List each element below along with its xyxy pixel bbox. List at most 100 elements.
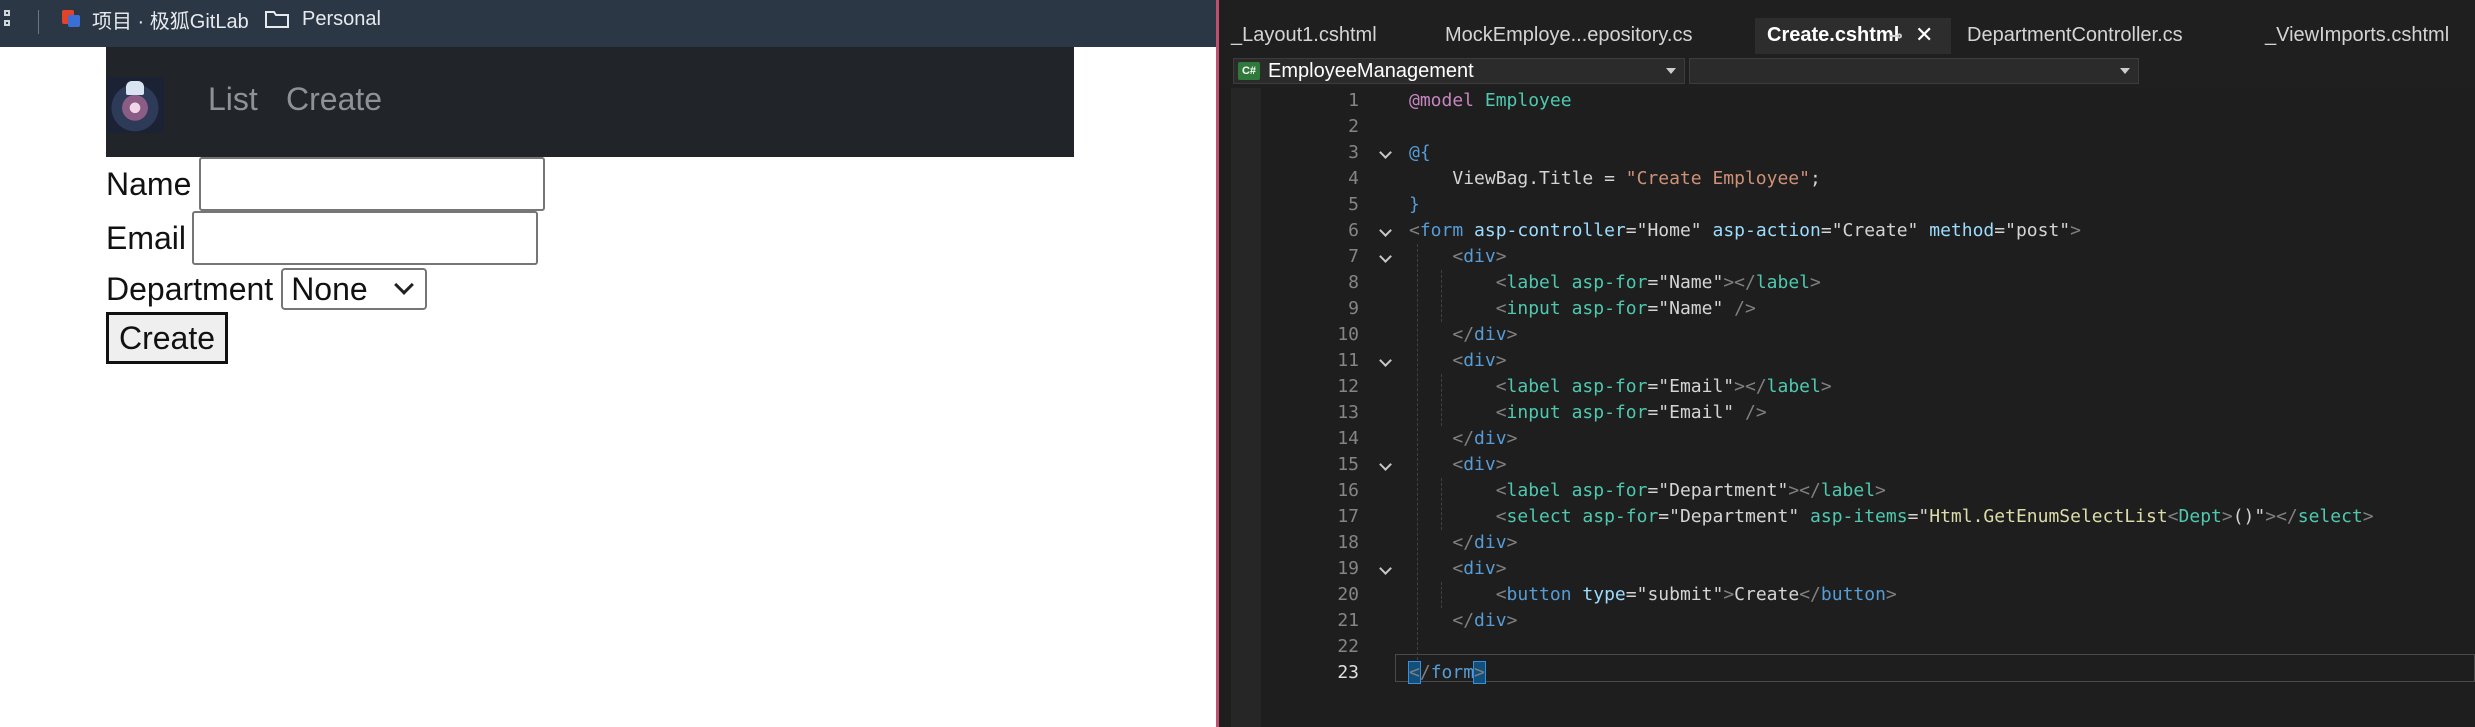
line-number: 7 (1348, 246, 1359, 267)
line-number: 1 (1348, 90, 1359, 111)
folder-icon (264, 9, 290, 29)
editor-navigation-bar: C# EmployeeManagement (1219, 56, 2475, 88)
code-line-12: <label asp-for="Email"></label> (1495, 376, 1832, 397)
fold-chevron-icon[interactable] (1380, 148, 1392, 160)
line-number: 15 (1337, 454, 1359, 475)
nav-link-list[interactable]: List (208, 81, 258, 117)
code-line-7: <div> (1452, 246, 1507, 267)
chevron-down-icon (394, 275, 415, 295)
name-label: Name (106, 166, 192, 202)
code-line-18: </div> (1452, 532, 1518, 553)
dropdown-arrow-icon (1666, 68, 1676, 74)
code-line-11: <div> (1452, 350, 1507, 371)
line-number: 10 (1337, 324, 1359, 345)
code-line-20: <button type="submit">Create</button> (1495, 584, 1897, 605)
code-editor[interactable]: 1 2 3 4 5 6 7 8 9 10 11 12 13 14 15 16 1… (1219, 88, 2475, 727)
line-number: 3 (1348, 142, 1359, 163)
name-row: Name (106, 157, 546, 211)
tab-create-cshtml[interactable]: Create.cshtml ⊸ ✕ (1755, 18, 1951, 54)
email-label: Email (106, 220, 187, 256)
code-line-15: <div> (1452, 454, 1507, 475)
tab-label: MockEmploye...epository.cs (1445, 24, 1693, 46)
site-logo[interactable] (106, 77, 164, 133)
code-line-10: </div> (1452, 324, 1518, 345)
line-number: 17 (1337, 506, 1359, 527)
bookmark-gitlab-label: 项目 · 极狐GitLab (92, 10, 249, 33)
line-number: 5 (1348, 194, 1359, 215)
code-line-5: } (1409, 194, 1420, 215)
bookmarks-bar: 项目 · 极狐GitLab Personal (0, 0, 1216, 47)
code-line-1: @model Employee (1409, 90, 1572, 111)
tab-department-controller[interactable]: DepartmentController.cs (1955, 18, 2251, 54)
line-number: 20 (1337, 584, 1359, 605)
document-tabs: _Layout1.cshtml MockEmploye...epository.… (1219, 0, 2475, 56)
email-row: Email (106, 211, 539, 265)
bookmark-gitlab[interactable]: 项目 · 极狐GitLab (60, 5, 249, 33)
fold-chevron-icon[interactable] (1380, 564, 1392, 576)
create-submit-button[interactable]: Create (106, 312, 228, 364)
current-line-highlight (1395, 654, 2475, 682)
line-number: 14 (1337, 428, 1359, 449)
dropdown-arrow-icon (2120, 68, 2130, 74)
code-line-3: @{ (1409, 142, 1431, 163)
nav-link-create[interactable]: Create (286, 81, 382, 117)
department-selected-value: None (291, 271, 368, 307)
browser-window: 项目 · 极狐GitLab Personal List Create Name … (0, 0, 1216, 727)
pin-icon[interactable]: ⊸ (1889, 20, 1902, 54)
line-number: 11 (1337, 350, 1359, 371)
fold-chevron-icon[interactable] (1380, 460, 1392, 472)
site-navbar: List Create (106, 47, 1074, 157)
close-icon[interactable]: ✕ (1915, 18, 1933, 52)
name-input[interactable] (199, 157, 546, 211)
code-line-9: <input asp-for="Name" /> (1495, 298, 1756, 319)
csharp-project-icon: C# (1238, 62, 1260, 80)
member-dropdown[interactable] (1689, 58, 2139, 84)
code-line-16: <label asp-for="Department"></label> (1495, 480, 1886, 501)
code-line-8: <label asp-for="Name"></label> (1495, 272, 1821, 293)
code-line-14: </div> (1452, 428, 1518, 449)
line-number: 4 (1348, 168, 1359, 189)
line-number: 21 (1337, 610, 1359, 631)
code-line-4: ViewBag.Title = "Create Employee"; (1452, 168, 1821, 189)
project-dropdown-value: EmployeeManagement (1268, 59, 1474, 82)
tab-label: _ViewImports.cshtml (2265, 24, 2450, 46)
tab-label: _Layout1.cshtml (1231, 24, 1377, 46)
code-line-21: </div> (1452, 610, 1518, 631)
line-number: 22 (1337, 636, 1359, 657)
project-dropdown[interactable]: C# EmployeeManagement (1233, 58, 1685, 84)
line-number: 9 (1348, 298, 1359, 319)
line-number: 2 (1348, 116, 1359, 137)
bookmark-folder-personal[interactable]: Personal (264, 5, 381, 33)
indicator-margin (1231, 88, 1261, 727)
line-number: 12 (1337, 376, 1359, 397)
tab-label: Create.cshtml (1767, 24, 1900, 46)
line-number: 6 (1348, 220, 1359, 241)
code-line-13: <input asp-for="Email" /> (1495, 402, 1767, 423)
code-line-19: <div> (1452, 558, 1507, 579)
department-label: Department (106, 271, 274, 307)
bookmark-separator (38, 10, 39, 34)
department-select[interactable]: None (281, 268, 428, 310)
line-number: 8 (1348, 272, 1359, 293)
email-input[interactable] (192, 211, 539, 265)
apps-grid-icon[interactable] (0, 10, 16, 32)
code-line-17: <select asp-for="Department" asp-items="… (1495, 506, 2374, 527)
tab-view-imports[interactable]: _ViewImports.cshtml (2253, 18, 2475, 54)
code-line-23: </form> (1408, 661, 1486, 684)
tab-mock-employee-repository[interactable]: MockEmploye...epository.cs (1433, 18, 1753, 54)
ide-window: _Layout1.cshtml MockEmploye...epository.… (1219, 0, 2475, 727)
line-number: 19 (1337, 558, 1359, 579)
fold-chevron-icon[interactable] (1380, 252, 1392, 264)
line-number-current: 23 (1337, 662, 1359, 683)
bookmark-personal-label: Personal (302, 7, 381, 30)
fold-chevron-icon[interactable] (1380, 226, 1392, 238)
fold-chevron-icon[interactable] (1380, 356, 1392, 368)
gitlab-icon (60, 8, 84, 30)
line-number: 16 (1337, 480, 1359, 501)
tab-label: DepartmentController.cs (1967, 24, 2183, 46)
department-row: Department None (106, 268, 428, 310)
code-line-6: <form asp-controller="Home" asp-action="… (1409, 220, 2081, 241)
line-number: 18 (1337, 532, 1359, 553)
tab-layout1[interactable]: _Layout1.cshtml (1219, 18, 1429, 54)
line-number: 13 (1337, 402, 1359, 423)
